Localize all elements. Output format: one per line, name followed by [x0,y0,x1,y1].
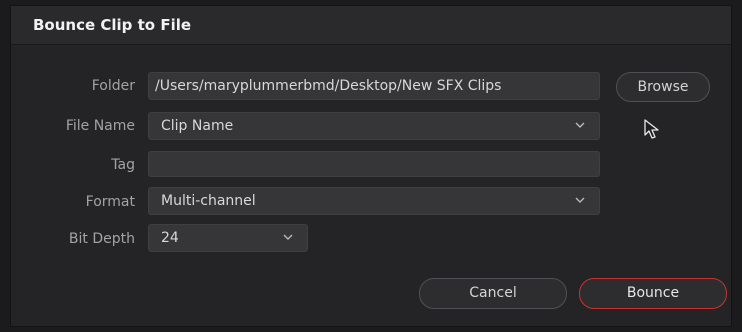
file-name-value: Clip Name [161,118,234,134]
bit-depth-label: Bit Depth [68,231,135,247]
chevron-down-icon [283,234,293,240]
dialog-title: Bounce Clip to File [33,16,192,34]
format-dropdown[interactable]: Multi-channel [148,187,600,215]
bit-depth-value: 24 [161,230,179,246]
cancel-button[interactable]: Cancel [419,278,567,309]
bounce-clip-dialog: Bounce Clip to File Folder /Users/marypl… [10,5,732,327]
file-name-label: File Name [65,118,135,134]
chevron-down-icon [575,122,585,128]
mouse-pointer-icon [644,119,659,139]
dialog-titlebar: Bounce Clip to File [11,6,731,45]
file-name-dropdown[interactable]: Clip Name [148,112,600,140]
format-value: Multi-channel [161,193,256,209]
tag-label: Tag [111,157,135,173]
format-label: Format [85,194,135,210]
folder-path-field[interactable]: /Users/maryplummerbmd/Desktop/New SFX Cl… [148,72,600,100]
bounce-button[interactable]: Bounce [579,278,727,309]
browse-button[interactable]: Browse [616,72,710,102]
folder-path-value: /Users/maryplummerbmd/Desktop/New SFX Cl… [155,78,502,94]
folder-label: Folder [91,78,135,94]
bit-depth-dropdown[interactable]: 24 [148,224,308,252]
tag-input[interactable] [148,151,600,177]
chevron-down-icon [575,197,585,203]
